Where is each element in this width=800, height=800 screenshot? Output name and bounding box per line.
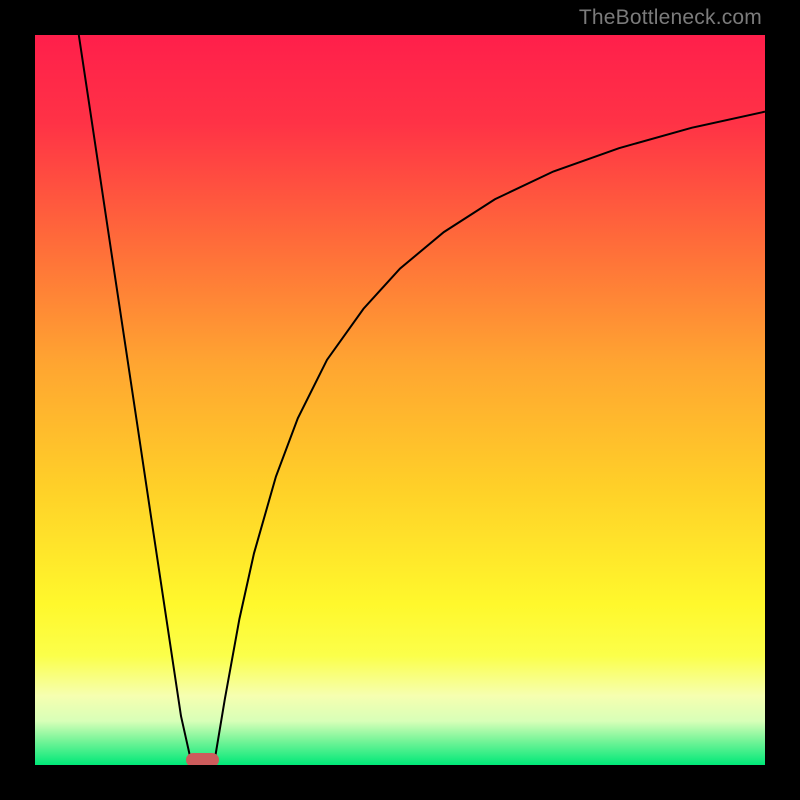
plot-area: [35, 35, 765, 765]
chart-frame: TheBottleneck.com: [0, 0, 800, 800]
minimum-marker: [186, 753, 219, 765]
watermark-text: TheBottleneck.com: [579, 6, 762, 30]
bottleneck-curve: [35, 35, 765, 765]
